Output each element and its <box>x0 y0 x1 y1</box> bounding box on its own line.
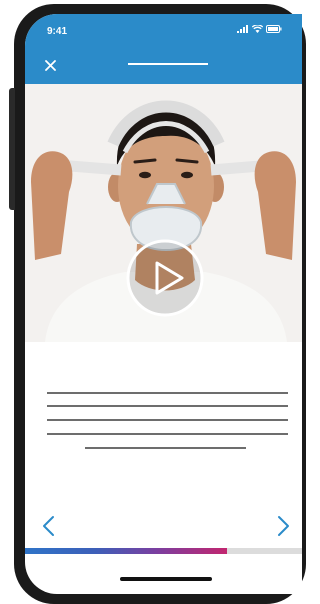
close-icon <box>44 59 56 71</box>
chevron-left-icon <box>43 516 54 536</box>
wifi-icon <box>252 25 263 33</box>
status-time: 9:41 <box>47 26 68 37</box>
signal-icon <box>237 25 248 33</box>
play-button[interactable] <box>125 238 205 318</box>
title-placeholder-bar <box>128 63 208 65</box>
home-indicator[interactable] <box>120 577 212 581</box>
chevron-right-icon <box>278 516 289 536</box>
app-screen: 9:41 <box>25 14 302 594</box>
video-player[interactable] <box>25 84 302 342</box>
text-line <box>85 447 246 449</box>
text-line <box>47 405 288 407</box>
progress-bar <box>25 548 302 554</box>
previous-button[interactable] <box>39 514 59 538</box>
battery-icon <box>266 25 282 33</box>
phone-side-button <box>9 88 15 210</box>
text-line <box>47 419 288 421</box>
next-button[interactable] <box>273 514 293 538</box>
progress-fill <box>25 548 228 554</box>
header-bar: 9:41 <box>25 14 302 84</box>
text-line <box>47 433 288 435</box>
close-button[interactable] <box>39 54 61 76</box>
text-line <box>47 392 288 394</box>
status-icons <box>237 25 282 33</box>
play-icon <box>126 239 204 317</box>
